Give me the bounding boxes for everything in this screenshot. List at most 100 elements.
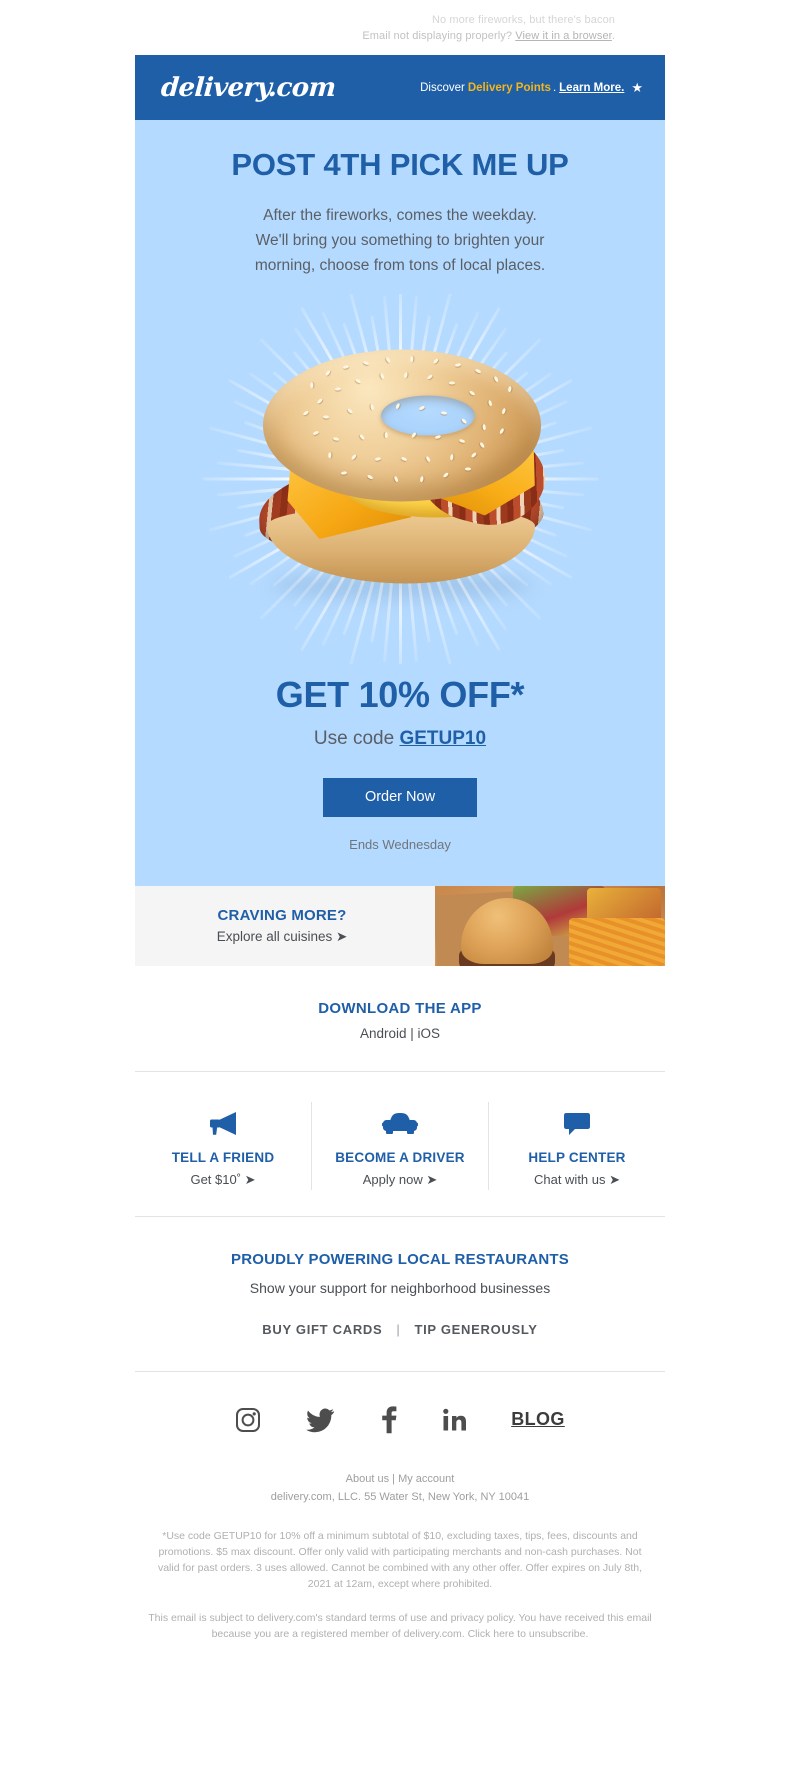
bagel-hole [381, 395, 475, 436]
sesame-seed [310, 381, 314, 388]
tip-generously-link[interactable]: TIP GENEROUSLY [414, 1322, 537, 1337]
star-icon: ★ [631, 80, 643, 95]
sesame-seed [358, 433, 366, 441]
about-us-link[interactable]: About us [346, 1473, 389, 1485]
preheader-fallback-text: Email not displaying properly? [362, 30, 513, 42]
use-code-label: Use code [313, 727, 400, 749]
android-link[interactable]: Android [360, 1026, 407, 1041]
sesame-seed [316, 397, 324, 405]
bagel-sandwich-image [165, 293, 635, 664]
sesame-seed [487, 399, 493, 407]
sesame-seed [324, 369, 332, 377]
promo-code-line: Use code GETUP10 [165, 728, 635, 750]
legal-disclaimer: This email is subject to delivery.com's … [148, 1611, 652, 1640]
support-links-separator: | [396, 1321, 401, 1337]
sesame-seed [499, 427, 505, 435]
view-in-browser-link[interactable]: View it in a browser [515, 30, 612, 42]
craving-more-title: CRAVING MORE? [217, 906, 347, 924]
sesame-seed [322, 415, 330, 419]
sesame-seed [312, 430, 320, 436]
help-center-link[interactable]: Chat with us ➤ [495, 1172, 659, 1188]
sesame-seed [346, 407, 354, 415]
offer-headline: GET 10% OFF* [275, 673, 525, 715]
explore-cuisines-link[interactable]: Explore all cuisines ➤ [217, 929, 348, 945]
column-become-a-driver[interactable]: BECOME A DRIVER Apply now ➤ [311, 1101, 488, 1190]
column-help-center[interactable]: HELP CENTER Chat with us ➤ [488, 1101, 665, 1190]
craving-more-food-image [435, 885, 665, 966]
craving-more-text: CRAVING MORE? Explore all cuisines ➤ [135, 886, 435, 966]
learn-more-link[interactable]: Learn More. [556, 82, 624, 94]
facebook-icon[interactable] [379, 1406, 397, 1434]
powering-local-section: PROUDLY POWERING LOCAL RESTAURANTS Show … [135, 1217, 665, 1337]
ios-link[interactable]: iOS [418, 1026, 441, 1041]
sesame-seed [393, 475, 399, 483]
sandwich-graphic [235, 341, 565, 616]
my-account-link[interactable]: My account [398, 1473, 454, 1485]
instagram-icon[interactable] [235, 1407, 261, 1433]
buy-gift-cards-link[interactable]: BUY GIFT CARDS [262, 1322, 382, 1337]
offer-block: GET 10% OFF* Use code GETUP10 Order Now … [165, 668, 635, 852]
hero-section: POST 4TH PICK ME UP After the fireworks,… [135, 120, 665, 886]
sesame-seed [470, 451, 478, 459]
sesame-seed [302, 409, 310, 416]
sesame-seed [464, 467, 472, 471]
sesame-seed [384, 431, 388, 438]
delivery-points-label: Delivery Points [467, 81, 551, 94]
footer-account-links: About us | My account [135, 1470, 665, 1488]
become-a-driver-title: BECOME A DRIVER [335, 1149, 465, 1165]
brand-logo[interactable]: delivery.com [160, 73, 337, 103]
sesame-seed [478, 441, 486, 449]
app-store-links: Android | iOS [135, 1026, 665, 1041]
sesame-seed [481, 423, 487, 431]
become-a-driver-link[interactable]: Apply now ➤ [318, 1172, 482, 1188]
sesame-seed [410, 355, 414, 363]
preheader: No more fireworks, but there's bacon Ema… [0, 0, 800, 55]
sesame-seed [458, 438, 466, 444]
download-app-section: DOWNLOAD THE APP Android | iOS [135, 966, 665, 1071]
sesame-seed [384, 356, 392, 364]
sesame-seed [334, 386, 342, 391]
sesame-seed [342, 364, 350, 370]
bagel-top-half [263, 349, 541, 502]
preheader-fallback: Email not displaying properly? View it i… [0, 28, 615, 45]
chat-bubble-icon [495, 1106, 659, 1140]
hero-subtext-line-1: After the fireworks, comes the weekday. [263, 206, 537, 224]
sesame-seed [474, 368, 482, 374]
powering-local-title: PROUDLY POWERING LOCAL RESTAURANTS [231, 1250, 569, 1268]
hero-subtext-line-3: morning, choose from tons of local place… [254, 256, 546, 274]
footer: About us | My account delivery.com, LLC.… [135, 1464, 665, 1666]
preheader-period: . [611, 30, 615, 42]
sesame-seed [454, 362, 462, 368]
blog-link[interactable]: BLOG [511, 1409, 565, 1430]
sesame-seed [366, 473, 374, 480]
sesame-seed [468, 389, 476, 397]
offer-fine-print: *Use code GETUP10 for 10% off a minimum … [157, 1529, 643, 1590]
sesame-seed [432, 357, 440, 365]
sesame-seed [332, 436, 340, 442]
powering-local-subtitle: Show your support for neighborhood busin… [249, 1279, 551, 1296]
app-link-separator: | [406, 1025, 418, 1041]
twitter-icon[interactable] [305, 1407, 335, 1433]
sesame-seed [493, 375, 499, 383]
support-links: BUY GIFT CARDS | TIP GENEROUSLY [135, 1322, 665, 1337]
craving-more-banner[interactable]: CRAVING MORE? Explore all cuisines ➤ [135, 885, 665, 966]
megaphone-icon [141, 1106, 305, 1140]
sesame-seed [403, 371, 409, 379]
help-center-title: HELP CENTER [528, 1149, 626, 1165]
sesame-seed [400, 456, 408, 462]
sesame-seed [501, 407, 507, 415]
linkedin-icon[interactable] [441, 1407, 467, 1433]
tell-a-friend-link[interactable]: Get $10˚ ➤ [141, 1172, 305, 1188]
sesame-seed [449, 453, 455, 461]
sesame-seed [350, 453, 358, 461]
preheader-teaser: No more fireworks, but there's bacon [432, 14, 615, 26]
masthead-promo: Discover Delivery Points . Learn More. ★ [420, 81, 643, 94]
order-now-button[interactable]: Order Now [322, 777, 478, 817]
car-icon [318, 1106, 482, 1140]
promo-code-value[interactable]: GETUP10 [399, 728, 486, 749]
sesame-seed [340, 470, 348, 476]
company-address: delivery.com, LLC. 55 Water St, New York… [270, 1490, 530, 1503]
takeout-box-4 [587, 887, 661, 922]
sesame-seed [328, 451, 332, 458]
column-tell-a-friend[interactable]: TELL A FRIEND Get $10˚ ➤ [135, 1102, 311, 1190]
